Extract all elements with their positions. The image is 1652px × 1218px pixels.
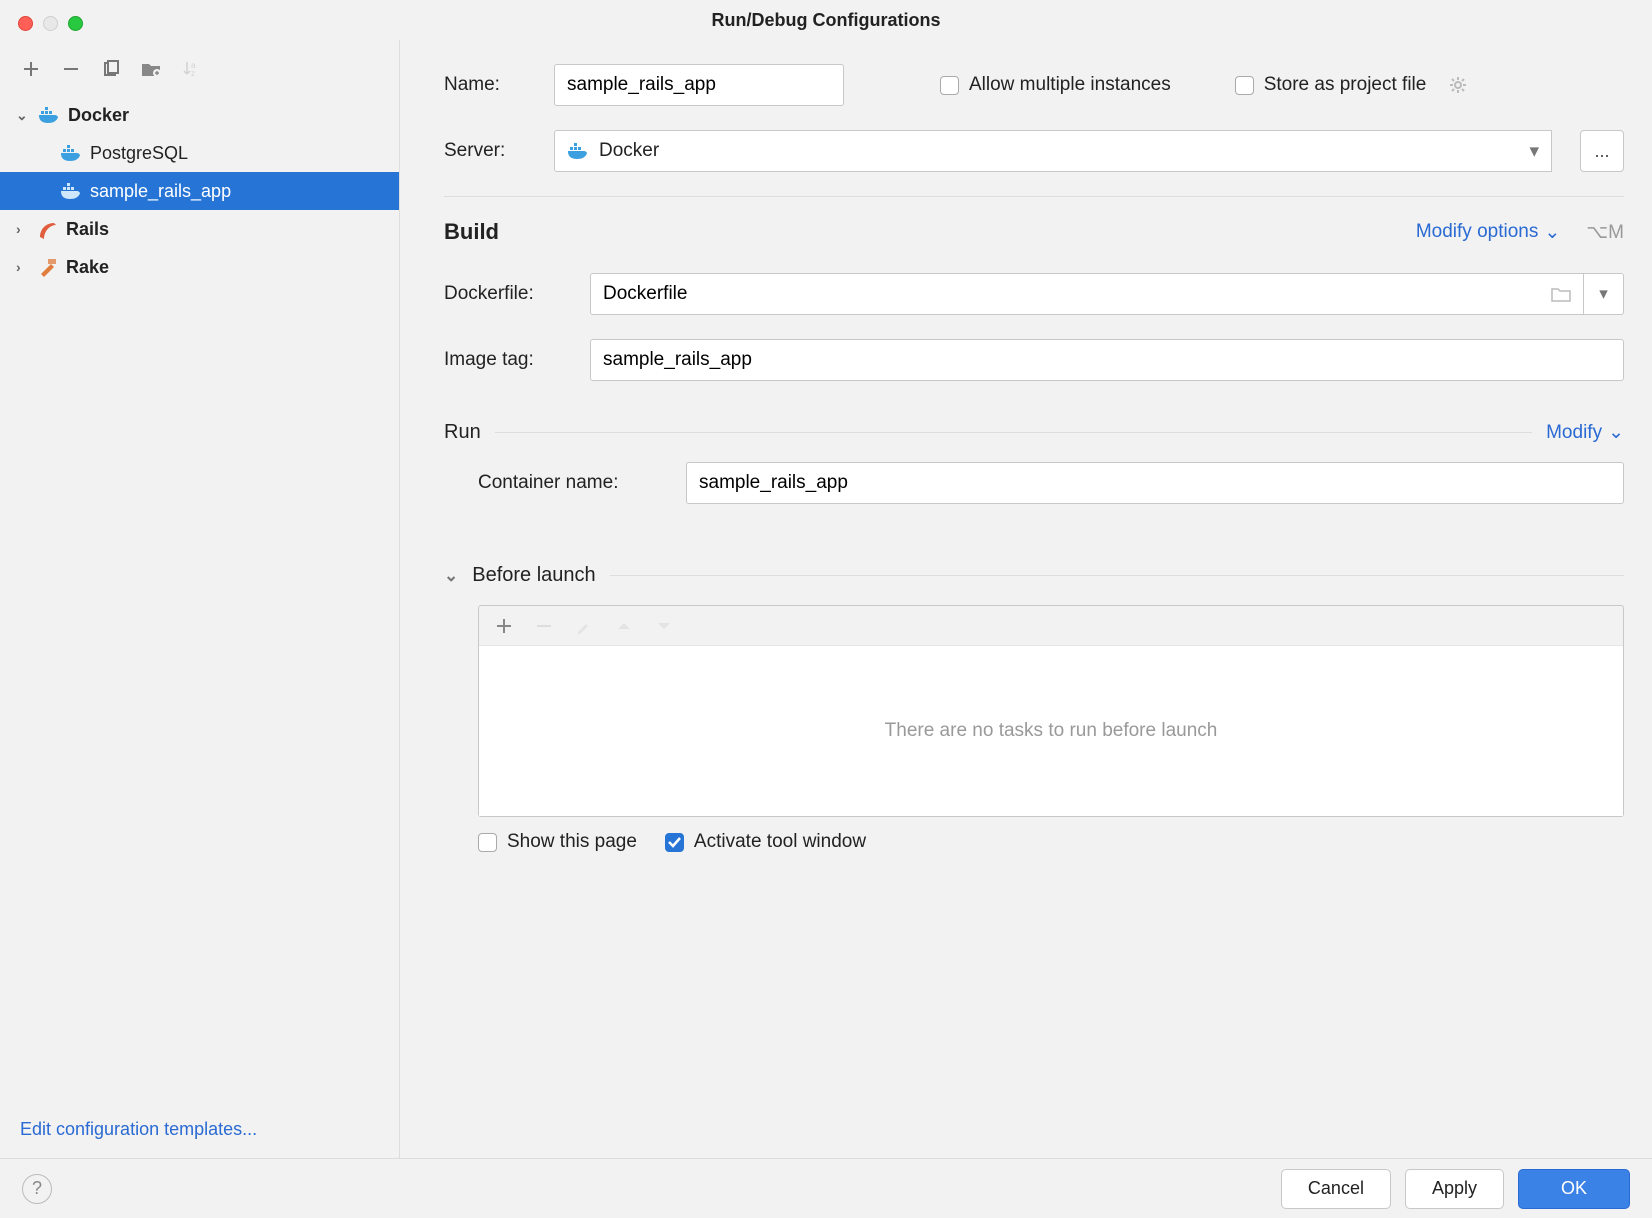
show-page-checkbox[interactable]: Show this page bbox=[478, 831, 637, 853]
docker-icon bbox=[567, 142, 589, 160]
sidebar: az Docker PostgreSQL sample_rails_app Ra… bbox=[0, 40, 400, 1158]
server-dropdown[interactable]: Docker ▾ bbox=[554, 130, 1552, 172]
close-window-icon[interactable] bbox=[18, 16, 33, 31]
checkbox-icon bbox=[478, 833, 497, 852]
cancel-button[interactable]: Cancel bbox=[1281, 1169, 1391, 1209]
window-controls bbox=[18, 16, 83, 31]
dockerfile-dropdown-button[interactable]: ▾ bbox=[1584, 273, 1624, 315]
copy-icon[interactable] bbox=[100, 58, 122, 80]
minimize-window-icon[interactable] bbox=[43, 16, 58, 31]
checkbox-label: Activate tool window bbox=[694, 831, 866, 853]
docker-icon bbox=[60, 144, 82, 162]
edit-icon bbox=[573, 615, 595, 637]
docker-icon bbox=[60, 182, 82, 200]
before-launch-toolbar bbox=[479, 606, 1623, 646]
form-panel: Name: Allow multiple instances Store as … bbox=[400, 40, 1652, 1158]
move-up-icon bbox=[613, 615, 635, 637]
checkbox-label: Show this page bbox=[507, 831, 637, 853]
docker-icon bbox=[38, 106, 60, 124]
checkbox-label: Allow multiple instances bbox=[969, 74, 1171, 96]
container-name-label: Container name: bbox=[478, 472, 668, 494]
store-as-checkbox[interactable]: Store as project file bbox=[1235, 74, 1427, 96]
server-value: Docker bbox=[599, 140, 659, 162]
before-launch-empty: There are no tasks to run before launch bbox=[479, 646, 1623, 816]
expand-icon[interactable] bbox=[16, 259, 30, 275]
checkbox-icon bbox=[665, 833, 684, 852]
activate-tool-window-checkbox[interactable]: Activate tool window bbox=[665, 831, 866, 853]
add-icon[interactable] bbox=[20, 58, 42, 80]
tree-label: Rake bbox=[66, 257, 109, 278]
name-label: Name: bbox=[444, 74, 536, 96]
help-button[interactable]: ? bbox=[22, 1174, 52, 1204]
config-tree: Docker PostgreSQL sample_rails_app Rails… bbox=[0, 94, 399, 288]
rails-icon bbox=[38, 219, 58, 239]
sort-icon[interactable]: az bbox=[180, 58, 202, 80]
modify-options-link[interactable]: Modify options ⌄ bbox=[1416, 221, 1560, 244]
save-template-icon[interactable] bbox=[140, 58, 162, 80]
bottom-bar: ? Cancel Apply OK bbox=[0, 1158, 1652, 1218]
folder-icon[interactable] bbox=[1551, 286, 1571, 302]
maximize-window-icon[interactable] bbox=[68, 16, 83, 31]
svg-text:z: z bbox=[191, 69, 195, 78]
tree-label: sample_rails_app bbox=[90, 181, 231, 202]
tree-label: Rails bbox=[66, 219, 109, 240]
allow-multiple-checkbox[interactable]: Allow multiple instances bbox=[940, 74, 1171, 96]
container-name-input[interactable] bbox=[686, 462, 1624, 504]
chevron-down-icon: ▾ bbox=[1529, 140, 1539, 163]
image-tag-input[interactable] bbox=[590, 339, 1624, 381]
apply-button[interactable]: Apply bbox=[1405, 1169, 1504, 1209]
server-label: Server: bbox=[444, 140, 536, 162]
expand-icon[interactable]: ⌄ bbox=[444, 566, 458, 586]
browse-server-button[interactable]: ... bbox=[1580, 130, 1624, 172]
expand-icon[interactable] bbox=[16, 107, 30, 124]
tree-node-rake[interactable]: Rake bbox=[0, 248, 399, 286]
tree-node-sample-rails-app[interactable]: sample_rails_app bbox=[0, 172, 399, 210]
run-section-title: Run bbox=[444, 421, 481, 444]
tree-node-docker[interactable]: Docker bbox=[0, 96, 399, 134]
tree-node-rails[interactable]: Rails bbox=[0, 210, 399, 248]
window-title: Run/Debug Configurations bbox=[12, 10, 1640, 31]
tree-label: PostgreSQL bbox=[90, 143, 188, 164]
dockerfile-label: Dockerfile: bbox=[444, 283, 572, 305]
image-tag-label: Image tag: bbox=[444, 349, 572, 371]
ok-button[interactable]: OK bbox=[1518, 1169, 1630, 1209]
tree-label: Docker bbox=[68, 105, 129, 126]
sidebar-toolbar: az bbox=[0, 48, 399, 94]
move-down-icon bbox=[653, 615, 675, 637]
tree-node-postgresql[interactable]: PostgreSQL bbox=[0, 134, 399, 172]
rake-icon bbox=[38, 257, 58, 277]
add-icon[interactable] bbox=[493, 615, 515, 637]
dockerfile-input[interactable] bbox=[590, 273, 1584, 315]
shortcut-hint: ⌥M bbox=[1586, 221, 1624, 244]
before-launch-list: There are no tasks to run before launch bbox=[478, 605, 1624, 817]
titlebar: Run/Debug Configurations bbox=[0, 0, 1652, 40]
before-launch-title: Before launch bbox=[472, 564, 595, 587]
run-modify-link[interactable]: Modify ⌄ bbox=[1546, 421, 1624, 444]
chevron-down-icon: ⌄ bbox=[1608, 421, 1624, 444]
remove-icon[interactable] bbox=[60, 58, 82, 80]
gear-icon[interactable] bbox=[1448, 75, 1468, 95]
checkbox-label: Store as project file bbox=[1264, 74, 1427, 96]
edit-templates-link[interactable]: Edit configuration templates... bbox=[20, 1119, 399, 1140]
remove-icon bbox=[533, 615, 555, 637]
build-section-title: Build bbox=[444, 219, 499, 245]
chevron-down-icon: ⌄ bbox=[1544, 221, 1560, 244]
checkbox-icon bbox=[940, 76, 959, 95]
checkbox-icon bbox=[1235, 76, 1254, 95]
name-input[interactable] bbox=[554, 64, 844, 106]
expand-icon[interactable] bbox=[16, 221, 30, 237]
chevron-down-icon: ▾ bbox=[1599, 284, 1608, 304]
